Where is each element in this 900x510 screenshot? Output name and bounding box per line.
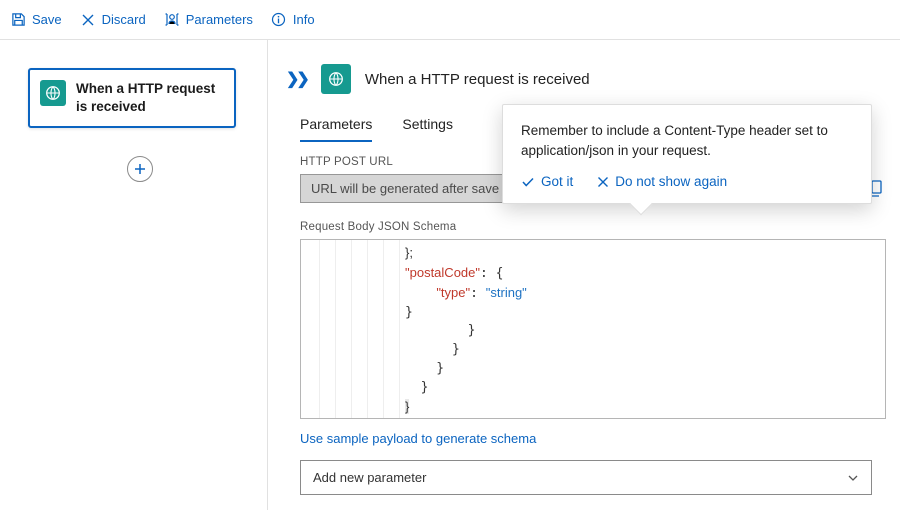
chevron-down-icon xyxy=(847,472,859,484)
close-x-icon xyxy=(597,176,609,188)
tab-settings[interactable]: Settings xyxy=(402,116,453,142)
collapse-chevron-icon[interactable]: ❯❯ xyxy=(286,69,307,89)
trigger-node[interactable]: When a HTTP request is received xyxy=(28,68,236,128)
parameters-button[interactable]: Parameters xyxy=(164,12,253,28)
config-panel: ❯❯ When a HTTP request is received Param… xyxy=(268,40,900,510)
save-button[interactable]: Save xyxy=(10,12,62,28)
json-schema-editor[interactable]: }; "postalCode": { "type": "string" } } … xyxy=(300,239,886,419)
check-icon xyxy=(521,175,535,189)
parameters-label: Parameters xyxy=(186,12,253,27)
discard-button[interactable]: Discard xyxy=(80,12,146,28)
http-trigger-icon xyxy=(40,80,66,106)
http-trigger-icon xyxy=(321,64,351,94)
tab-parameters[interactable]: Parameters xyxy=(300,116,372,142)
callout-text: Remember to include a Content-Type heade… xyxy=(521,121,853,160)
info-button[interactable]: Info xyxy=(271,12,315,28)
info-label: Info xyxy=(293,12,315,27)
callout-gotit-button[interactable]: Got it xyxy=(521,174,573,189)
dontshow-label: Do not show again xyxy=(615,174,727,189)
close-x-icon xyxy=(80,12,96,28)
save-icon xyxy=(10,12,26,28)
callout-dontshow-button[interactable]: Do not show again xyxy=(597,174,727,189)
gotit-label: Got it xyxy=(541,174,573,189)
schema-label: Request Body JSON Schema xyxy=(300,221,886,233)
parameters-icon xyxy=(164,12,180,28)
designer-canvas: When a HTTP request is received xyxy=(0,40,268,510)
trigger-node-title: When a HTTP request is received xyxy=(76,80,224,116)
save-label: Save xyxy=(32,12,62,27)
use-sample-payload-link[interactable]: Use sample payload to generate schema xyxy=(300,431,536,446)
panel-title: When a HTTP request is received xyxy=(365,71,590,88)
add-step-button[interactable] xyxy=(127,156,153,182)
add-parameter-dropdown[interactable]: Add new parameter xyxy=(300,460,872,495)
schema-code: }; "postalCode": { "type": "string" } } … xyxy=(305,244,885,418)
info-icon xyxy=(271,12,287,28)
info-callout: Remember to include a Content-Type heade… xyxy=(502,104,872,204)
command-bar: Save Discard Parameters Info xyxy=(0,0,900,40)
add-parameter-label: Add new parameter xyxy=(313,470,426,485)
discard-label: Discard xyxy=(102,12,146,27)
